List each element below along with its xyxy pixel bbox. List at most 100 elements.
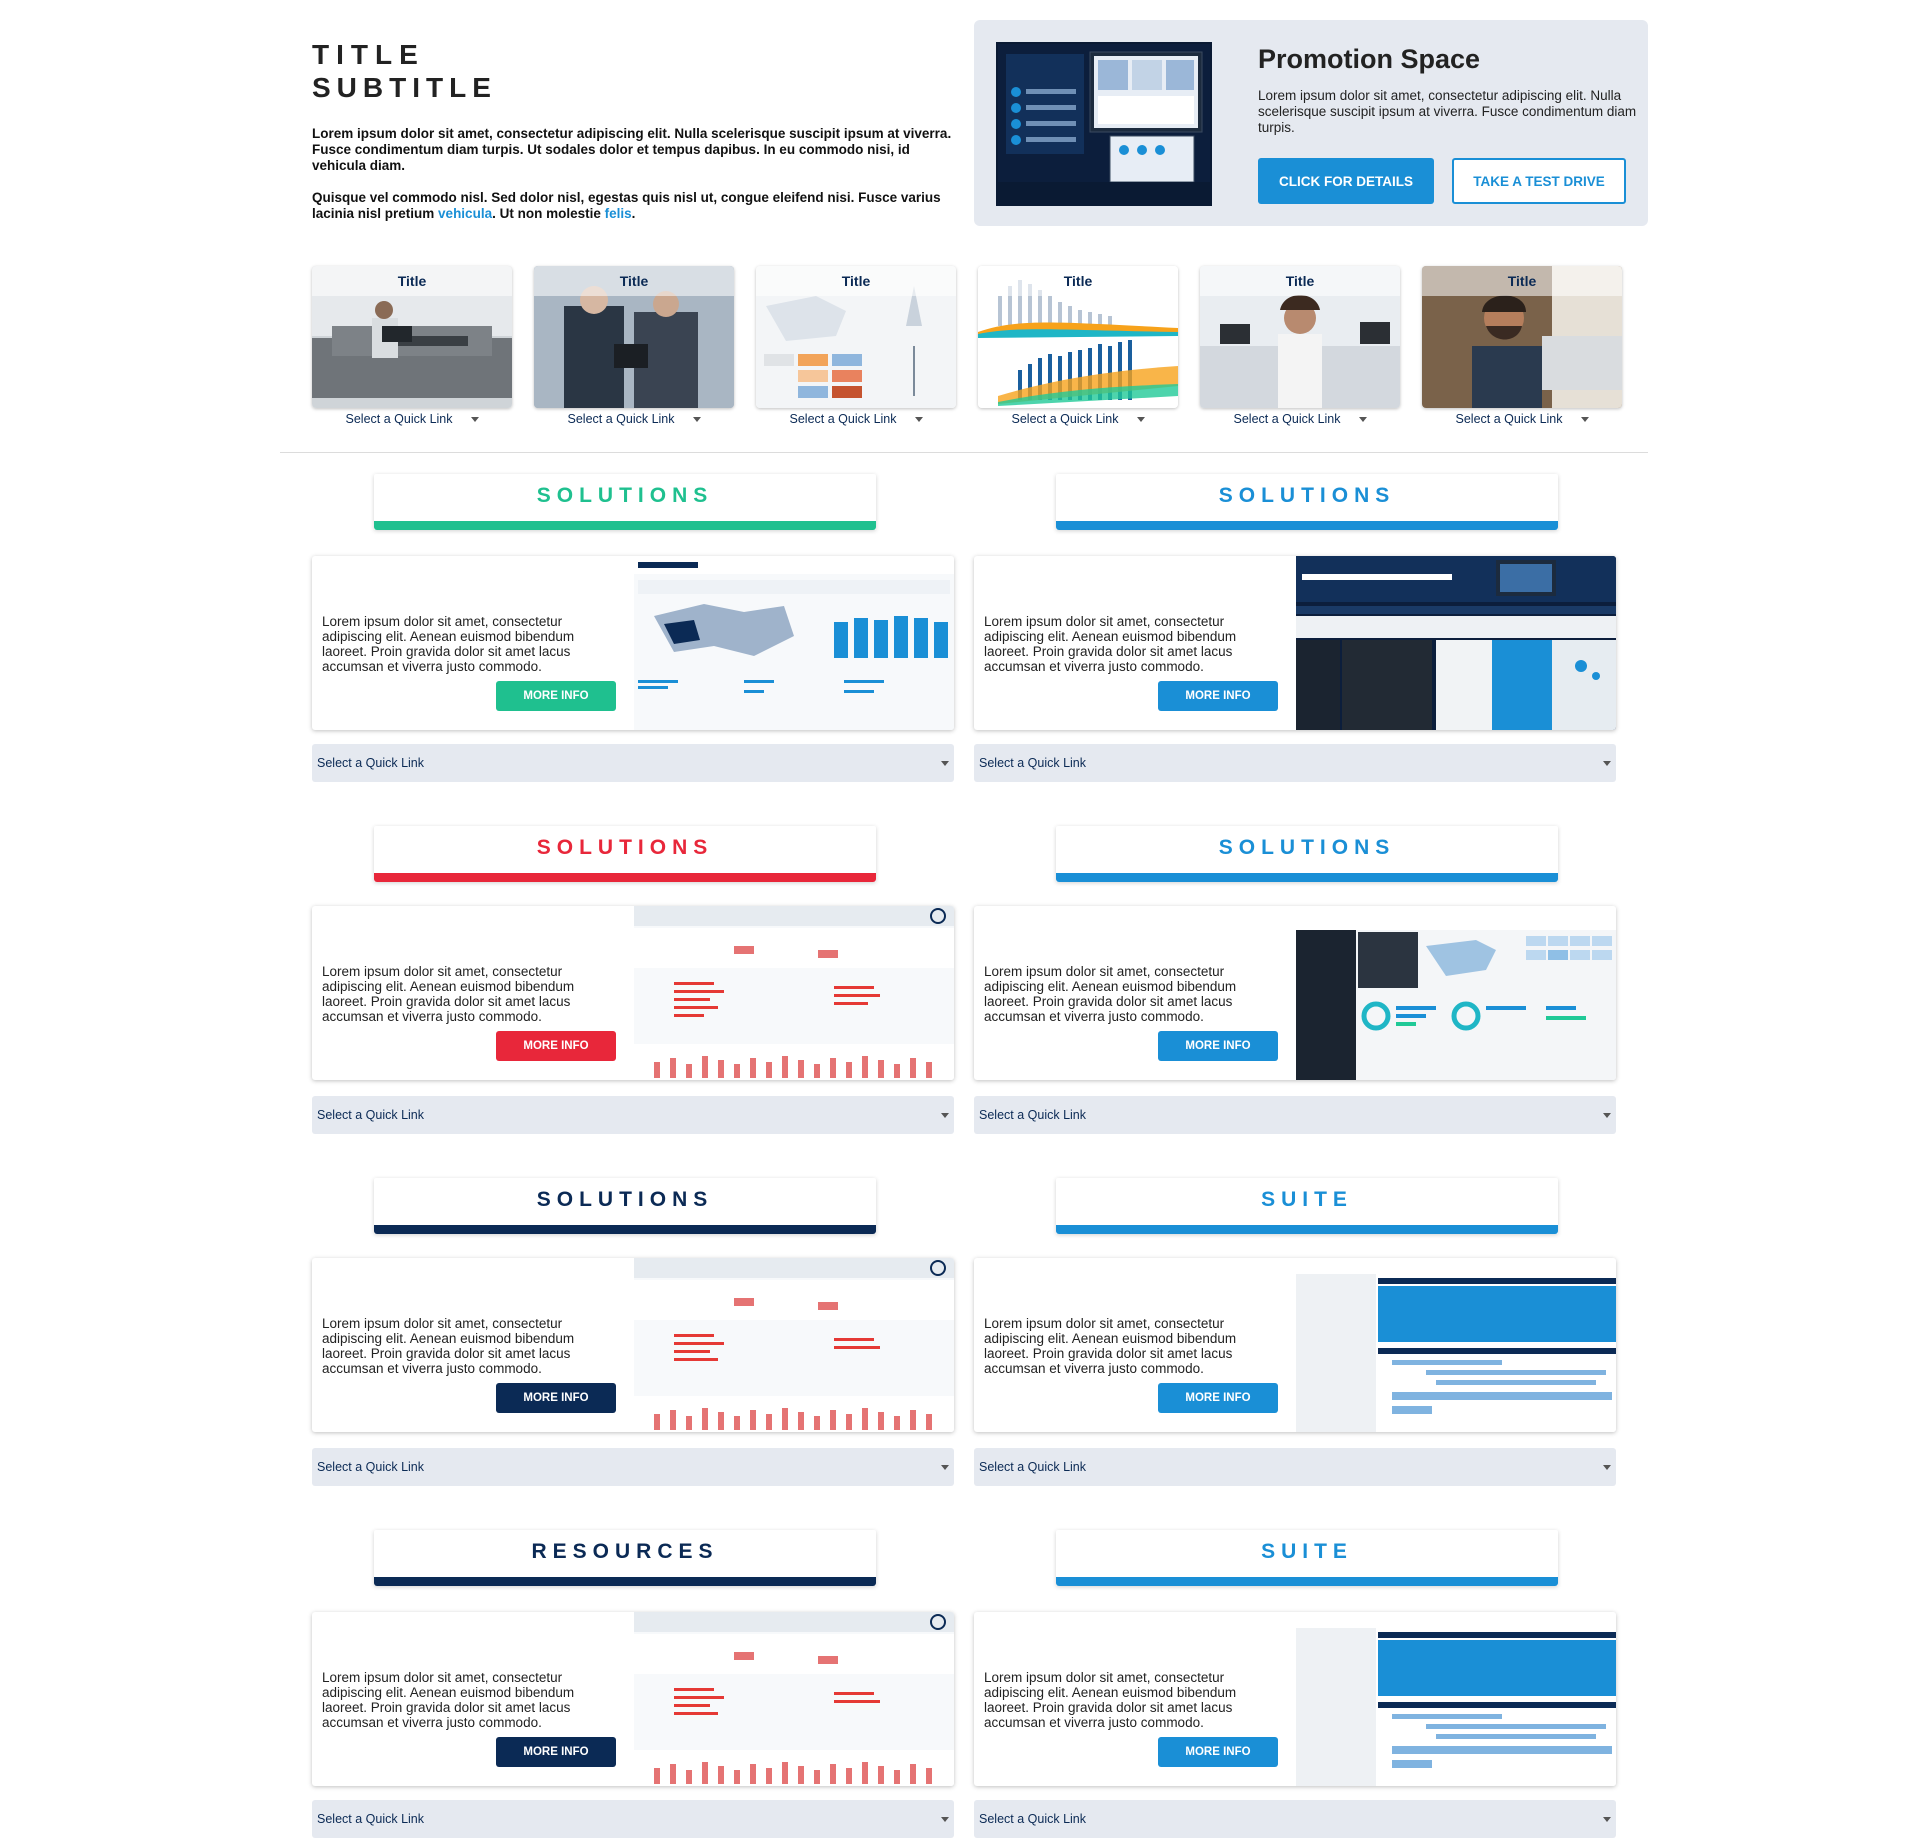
- intro-paragraph-2: Quisque vel commodo nisl. Sed dolor nisl…: [312, 190, 952, 222]
- tile-quick-link-select[interactable]: Select a Quick Link: [978, 412, 1178, 430]
- tile-title: Title: [312, 266, 512, 296]
- chevron-down-icon: [1580, 417, 1589, 423]
- quick-link-tile-4[interactable]: Title: [978, 266, 1178, 408]
- dashboard-screenshot: [634, 556, 954, 730]
- felis-link[interactable]: felis: [605, 206, 632, 221]
- quick-link-tile-6[interactable]: Title: [1422, 266, 1622, 408]
- dashboard-screenshot: [1296, 906, 1616, 1080]
- quick-link-select[interactable]: Select a Quick Link: [974, 1448, 1616, 1486]
- quick-link-select[interactable]: Select a Quick Link: [974, 1800, 1616, 1838]
- more-info-button[interactable]: MORE INFO: [1158, 1031, 1278, 1061]
- solution-card: Lorem ipsum dolor sit amet, consectetur …: [974, 1258, 1616, 1432]
- more-info-button[interactable]: MORE INFO: [1158, 1383, 1278, 1413]
- resource-card: Lorem ipsum dolor sit amet, consectetur …: [312, 1612, 954, 1786]
- more-info-button[interactable]: MORE INFO: [496, 1031, 616, 1061]
- dashboard-screenshot: [634, 906, 954, 1080]
- card-description: Lorem ipsum dolor sit amet, consectetur …: [984, 1670, 1237, 1730]
- click-for-details-button[interactable]: CLICK FOR DETAILS: [1258, 158, 1434, 204]
- chevron-down-icon: [692, 417, 701, 423]
- select-label: Select a Quick Link: [979, 1812, 1086, 1826]
- card-description: Lorem ipsum dolor sit amet, consectetur …: [322, 964, 575, 1024]
- page-title: TITLE: [312, 39, 425, 70]
- section-heading: SOLUTIONS: [536, 836, 714, 859]
- section-header-solutions: SOLUTIONS: [374, 1178, 876, 1234]
- section-header-suite: SUITE: [1056, 1530, 1558, 1586]
- chevron-down-icon: [941, 1817, 949, 1822]
- solution-card: Lorem ipsum dolor sit amet, consectetur …: [312, 906, 954, 1080]
- quick-link-tile-2[interactable]: Title: [534, 266, 734, 408]
- chevron-down-icon: [1358, 417, 1367, 423]
- take-a-test-drive-button[interactable]: TAKE A TEST DRIVE: [1452, 158, 1626, 204]
- section-heading: SUITE: [1261, 1188, 1353, 1211]
- chevron-down-icon: [1603, 1113, 1611, 1118]
- tile-title: Title: [1200, 266, 1400, 296]
- section-heading: SOLUTIONS: [1218, 484, 1396, 507]
- section-accent-bar: [374, 1577, 876, 1586]
- more-info-button[interactable]: MORE INFO: [1158, 681, 1278, 711]
- select-label: Select a Quick Link: [789, 412, 897, 426]
- page-subtitle: SUBTITLE: [312, 72, 497, 103]
- select-label: Select a Quick Link: [317, 1460, 424, 1474]
- more-info-button[interactable]: MORE INFO: [496, 681, 616, 711]
- more-info-button[interactable]: MORE INFO: [496, 1737, 616, 1767]
- more-info-button[interactable]: MORE INFO: [496, 1383, 616, 1413]
- section-header-suite: SUITE: [1056, 1178, 1558, 1234]
- card-description: Lorem ipsum dolor sit amet, consectetur …: [984, 614, 1237, 674]
- quick-link-select[interactable]: Select a Quick Link: [974, 1096, 1616, 1134]
- chevron-down-icon: [941, 1465, 949, 1470]
- solution-card: Lorem ipsum dolor sit amet, consectetur …: [312, 1258, 954, 1432]
- tile-quick-link-select[interactable]: Select a Quick Link: [1422, 412, 1622, 430]
- section-accent-bar: [1056, 873, 1558, 882]
- promotion-image: [996, 42, 1212, 206]
- more-info-button[interactable]: MORE INFO: [1158, 1737, 1278, 1767]
- select-label: Select a Quick Link: [317, 1108, 424, 1122]
- intro-block: TITLE SUBTITLE Lorem ipsum dolor sit ame…: [312, 38, 952, 238]
- select-label: Select a Quick Link: [1455, 412, 1563, 426]
- tile-title: Title: [534, 266, 734, 296]
- dashboard-screenshot: [1296, 1258, 1616, 1432]
- tile-quick-link-select[interactable]: Select a Quick Link: [534, 412, 734, 430]
- section-header-resources: RESOURCES: [374, 1530, 876, 1586]
- tile-quick-link-select[interactable]: Select a Quick Link: [1200, 412, 1400, 430]
- section-header-solutions: SOLUTIONS: [1056, 826, 1558, 882]
- quick-link-select[interactable]: Select a Quick Link: [974, 744, 1616, 782]
- solution-card: Lorem ipsum dolor sit amet, consectetur …: [974, 556, 1616, 730]
- card-description: Lorem ipsum dolor sit amet, consectetur …: [322, 614, 575, 674]
- dashboard-screenshot: [634, 1258, 954, 1432]
- vehicula-link[interactable]: vehicula: [438, 206, 492, 221]
- section-accent-bar: [1056, 1225, 1558, 1234]
- tile-title: Title: [1422, 266, 1622, 296]
- card-description: Lorem ipsum dolor sit amet, consectetur …: [322, 1670, 575, 1730]
- select-label: Select a Quick Link: [979, 1108, 1086, 1122]
- solution-card: Lorem ipsum dolor sit amet, consectetur …: [312, 556, 954, 730]
- section-header-solutions: SOLUTIONS: [374, 826, 876, 882]
- chevron-down-icon: [941, 761, 949, 766]
- promotion-panel: Promotion Space Lorem ipsum dolor sit am…: [974, 20, 1648, 226]
- intro-text: . Ut non molestie: [492, 206, 605, 221]
- chevron-down-icon: [914, 417, 923, 423]
- quick-link-select[interactable]: Select a Quick Link: [312, 1448, 954, 1486]
- card-description: Lorem ipsum dolor sit amet, consectetur …: [984, 1316, 1237, 1376]
- solution-card: Lorem ipsum dolor sit amet, consectetur …: [974, 1612, 1616, 1786]
- quick-link-tile-5[interactable]: Title: [1200, 266, 1400, 408]
- section-accent-bar: [374, 521, 876, 530]
- section-header-solutions: SOLUTIONS: [374, 474, 876, 530]
- chevron-down-icon: [941, 1113, 949, 1118]
- quick-link-select[interactable]: Select a Quick Link: [312, 1800, 954, 1838]
- section-heading: SOLUTIONS: [536, 484, 714, 507]
- intro-paragraph: Lorem ipsum dolor sit amet, consectetur …: [312, 126, 952, 173]
- intro-text: .: [631, 206, 636, 221]
- tile-quick-link-select[interactable]: Select a Quick Link: [312, 412, 512, 430]
- section-accent-bar: [374, 1225, 876, 1234]
- chevron-down-icon: [1603, 761, 1611, 766]
- quick-link-select[interactable]: Select a Quick Link: [312, 744, 954, 782]
- section-accent-bar: [1056, 1577, 1558, 1586]
- quick-link-tile-3[interactable]: Title: [756, 266, 956, 408]
- quick-link-tile-1[interactable]: Title: [312, 266, 512, 408]
- tile-quick-link-select[interactable]: Select a Quick Link: [756, 412, 956, 430]
- dashboard-screenshot: [634, 1612, 954, 1786]
- section-accent-bar: [1056, 521, 1558, 530]
- quick-link-select[interactable]: Select a Quick Link: [312, 1096, 954, 1134]
- tile-title: Title: [978, 266, 1178, 296]
- solution-card: Lorem ipsum dolor sit amet, consectetur …: [974, 906, 1616, 1080]
